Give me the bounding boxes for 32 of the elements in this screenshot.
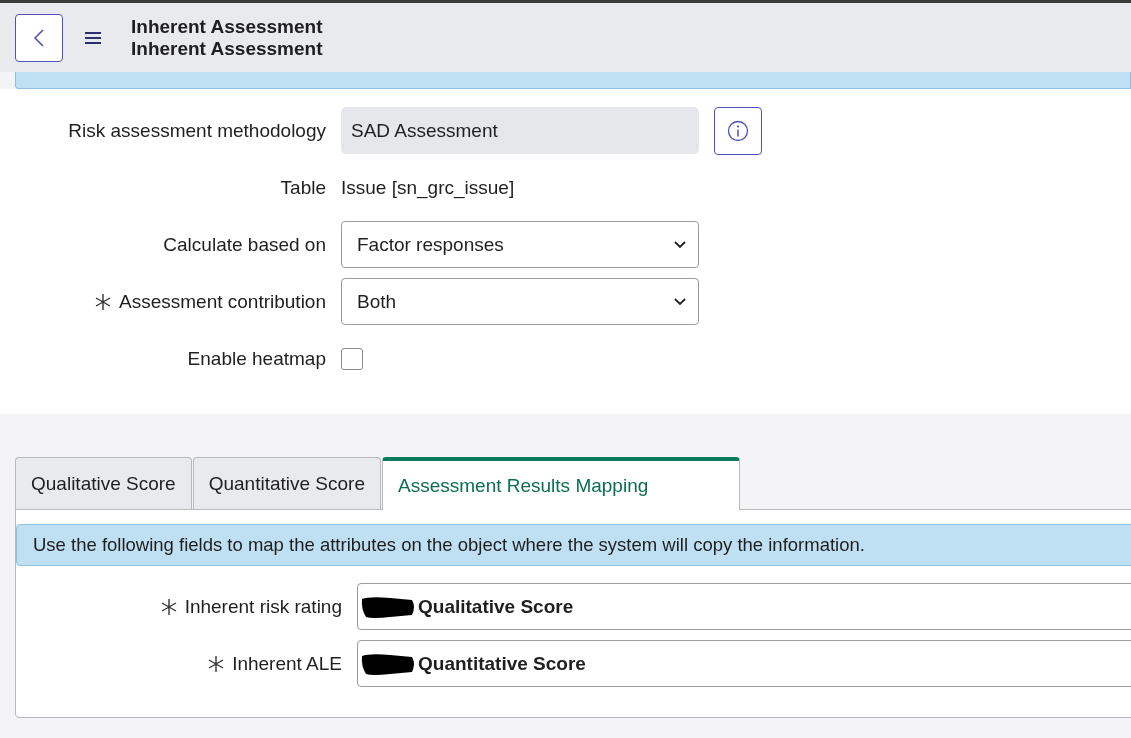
select-field[interactable]: Factor responses [341, 221, 699, 268]
back-button[interactable] [15, 13, 63, 62]
page-subtitle: Inherent Assessment [131, 37, 323, 60]
field-label: Calculate based on [163, 233, 326, 256]
info-icon [727, 119, 749, 142]
required-icon [95, 293, 111, 310]
methodology-field: SAD Assessment [341, 107, 699, 154]
checkbox[interactable] [341, 347, 363, 370]
field-label: Table [280, 176, 326, 199]
field-value: Issue [sn_grc_issue] [341, 176, 515, 199]
field-label: Risk assessment methodology [68, 119, 326, 142]
caret-icon [674, 297, 686, 306]
chevron-left-icon [33, 27, 45, 48]
page-title: Inherent Assessment [131, 15, 323, 38]
caret-icon [674, 240, 686, 249]
redaction-mark [360, 594, 416, 619]
field-label: Assessment contribution [119, 290, 326, 313]
required-icon [208, 655, 225, 672]
tab[interactable]: Quantitative Score [192, 457, 381, 509]
field-label: Enable heatmap [187, 347, 326, 370]
field-value: Qualitative Score [418, 595, 574, 618]
tab[interactable]: Assessment Results Mapping [382, 457, 740, 510]
field-label: Inherent ALE [232, 652, 342, 675]
field-value: Quantitative Score [418, 652, 586, 675]
redaction-mark [360, 651, 416, 676]
select-field[interactable]: Both [341, 278, 699, 325]
tab[interactable]: Qualitative Score [15, 457, 192, 509]
info-button[interactable] [714, 106, 762, 155]
field-label: Inherent risk rating [184, 595, 342, 618]
menu-icon[interactable] [85, 31, 101, 44]
required-icon [160, 598, 177, 615]
info-message: Use the following fields to map the attributes on the object where the system will copy the information. [16, 524, 1131, 566]
